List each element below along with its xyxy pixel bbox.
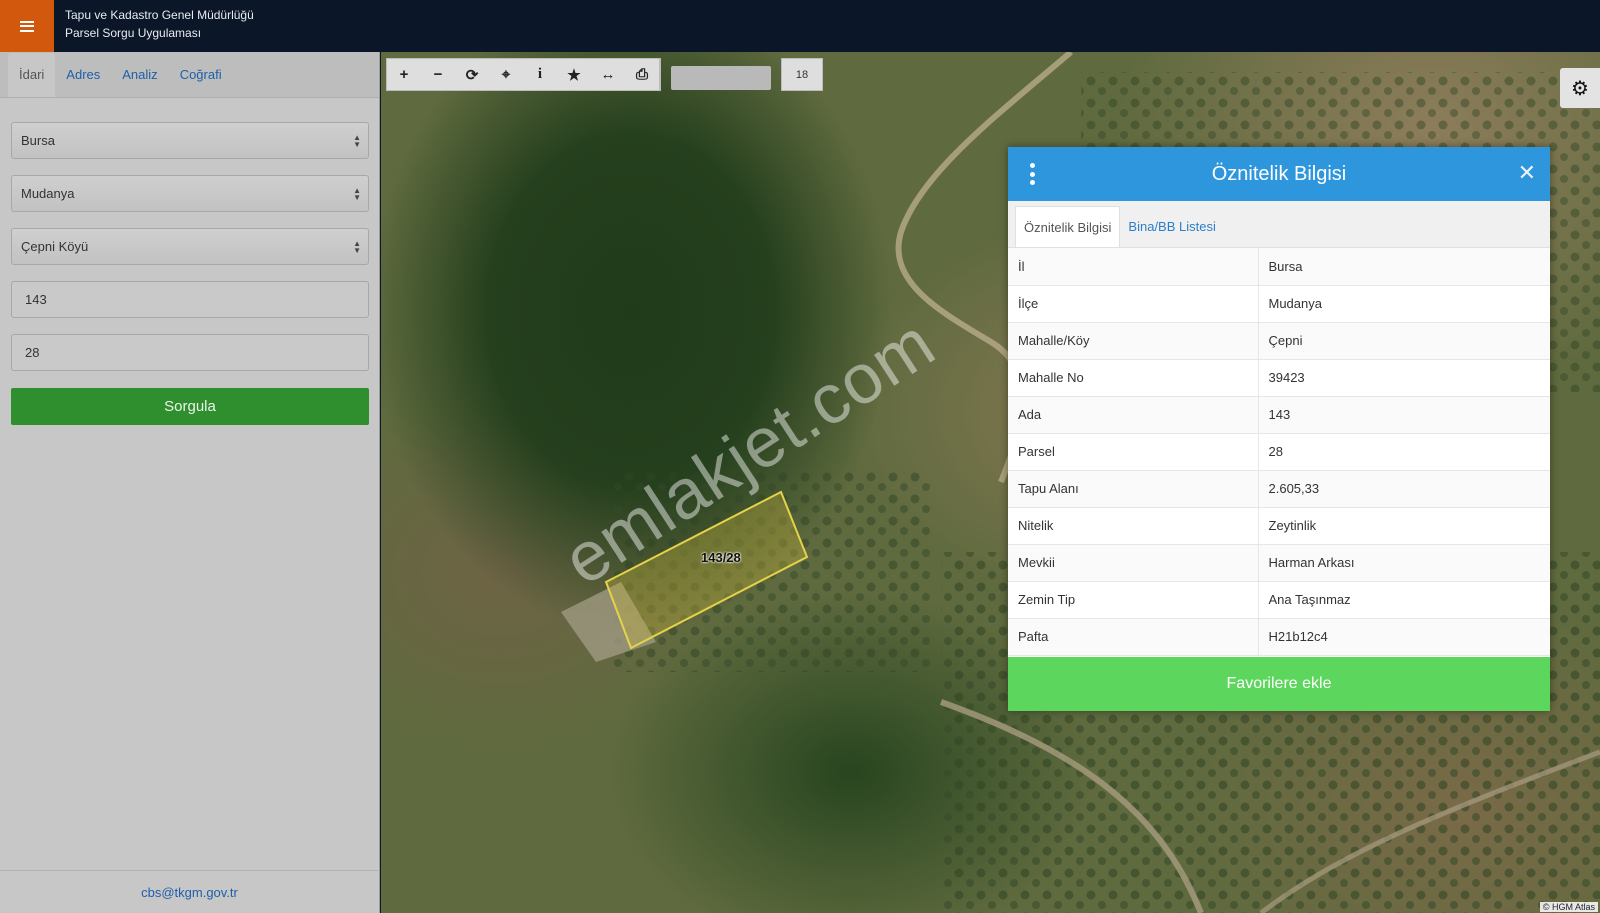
tab-building-list[interactable]: Bina/BB Listesi [1120, 206, 1223, 247]
menu-button[interactable] [0, 0, 54, 52]
attr-value: 2.605,33 [1258, 470, 1550, 508]
table-row: Mevkii Harman Arkası [1008, 544, 1550, 582]
attribute-popup: Öznitelik Bilgisi ✕ Öznitelik Bilgisi Bi… [1008, 147, 1550, 711]
app-title-org: Tapu ve Kadastro Genel Müdürlüğü [65, 8, 254, 22]
attr-value: Bursa [1258, 248, 1550, 286]
table-row: Parsel 28 [1008, 433, 1550, 471]
tab-attribute-info[interactable]: Öznitelik Bilgisi [1015, 206, 1121, 247]
attr-value: H21b12c4 [1258, 618, 1550, 656]
attr-value: 143 [1258, 396, 1550, 434]
attr-key: Pafta [1008, 618, 1259, 656]
app-title-app: Parsel Sorgu Uygulaması [65, 26, 202, 40]
tab-analiz[interactable]: Analiz [111, 53, 168, 97]
attr-key: İlçe [1008, 285, 1259, 323]
district-select-value: Mudanya [21, 186, 75, 201]
measure-icon[interactable]: ↔ [591, 59, 625, 90]
attr-value: Mudanya [1258, 285, 1550, 323]
tab-idari[interactable]: İdari [8, 53, 56, 97]
map-toolbar: + − ⟳ ⌖ i ★ ↔ ⎙ [386, 58, 661, 91]
attr-key: Mahalle No [1008, 359, 1259, 397]
popup-header: Öznitelik Bilgisi ✕ [1008, 147, 1550, 201]
table-row: İlçe Mudanya [1008, 285, 1550, 323]
select-caret-icon: ▲ ▼ [353, 239, 361, 255]
table-row: Nitelik Zeytinlik [1008, 507, 1550, 545]
settings-button[interactable]: ⚙ [1560, 68, 1600, 108]
toolbar-divider [659, 59, 660, 90]
contact-email-link[interactable]: cbs@tkgm.gov.tr [141, 885, 238, 900]
scale-bar [671, 66, 771, 90]
neighborhood-select[interactable]: Çepni Köyü ▲ ▼ [11, 228, 369, 265]
attr-key: Zemin Tip [1008, 581, 1259, 619]
table-row: İl Bursa [1008, 248, 1550, 286]
neighborhood-select-value: Çepni Köyü [21, 239, 89, 254]
attr-key: Nitelik [1008, 507, 1259, 545]
table-row: Tapu Alanı 2.605,33 [1008, 470, 1550, 508]
star-icon[interactable]: ★ [557, 59, 591, 90]
add-to-favorites-button[interactable]: Favorilere ekle [1008, 657, 1550, 711]
app-title: Tapu ve Kadastro Genel Müdürlüğü Parsel … [65, 6, 254, 42]
attr-value: Harman Arkası [1258, 544, 1550, 582]
popup-tabs: Öznitelik Bilgisi Bina/BB Listesi [1008, 201, 1550, 248]
app-header: Tapu ve Kadastro Genel Müdürlüğü Parsel … [0, 0, 1600, 52]
attr-key: Tapu Alanı [1008, 470, 1259, 508]
district-select[interactable]: Mudanya ▲ ▼ [11, 175, 369, 212]
print-icon[interactable]: ⎙ [625, 59, 659, 90]
table-row: Zemin Tip Ana Taşınmaz [1008, 581, 1550, 619]
query-button[interactable]: Sorgula [11, 388, 369, 425]
tab-cografi[interactable]: Coğrafi [169, 53, 233, 97]
attr-value: Ana Taşınmaz [1258, 581, 1550, 619]
zoom-level-indicator: 18 [781, 58, 823, 91]
info-icon[interactable]: i [523, 59, 557, 90]
province-select-value: Bursa [21, 133, 55, 148]
sidebar-tabs: İdari Adres Analiz Coğrafi [0, 52, 379, 98]
select-caret-icon: ▲ ▼ [353, 186, 361, 202]
zoom-in-icon[interactable]: + [387, 59, 421, 90]
zoom-out-icon[interactable]: − [421, 59, 455, 90]
block-input-value: 143 [25, 292, 47, 307]
hamburger-icon [20, 20, 34, 32]
select-caret-icon: ▲ ▼ [353, 133, 361, 149]
parcel-label: 143/28 [701, 550, 741, 565]
refresh-icon[interactable]: ⟳ [455, 59, 489, 90]
table-row: Mahalle No 39423 [1008, 359, 1550, 397]
gear-icon: ⚙ [1571, 77, 1589, 100]
attr-value: 28 [1258, 433, 1550, 471]
attr-key: İl [1008, 248, 1259, 286]
table-row: Mahalle/Köy Çepni [1008, 322, 1550, 360]
block-input[interactable]: 143 [11, 281, 369, 318]
sidebar-footer: cbs@tkgm.gov.tr [0, 870, 379, 913]
attr-key: Parsel [1008, 433, 1259, 471]
map-attribution: © HGM Atlas [1539, 902, 1598, 912]
table-row: Ada 143 [1008, 396, 1550, 434]
attr-value: Zeytinlik [1258, 507, 1550, 545]
attr-key: Ada [1008, 396, 1259, 434]
parcel-input[interactable]: 28 [11, 334, 369, 371]
table-row: Pafta H21b12c4 [1008, 618, 1550, 656]
attr-value: Çepni [1258, 322, 1550, 360]
popup-menu-icon[interactable] [1028, 163, 1036, 185]
close-icon[interactable]: ✕ [1518, 161, 1536, 185]
attr-value: 39423 [1258, 359, 1550, 397]
attr-key: Mevkii [1008, 544, 1259, 582]
tab-adres[interactable]: Adres [55, 53, 111, 97]
locate-icon[interactable]: ⌖ [489, 59, 523, 90]
attribute-table: İl Bursa İlçe Mudanya Mahalle/Köy Çepni Mah… [1008, 248, 1550, 656]
attr-key: Mahalle/Köy [1008, 322, 1259, 360]
province-select[interactable]: Bursa ▲ ▼ [11, 122, 369, 159]
popup-title: Öznitelik Bilgisi [1211, 162, 1347, 185]
parcel-input-value: 28 [25, 345, 40, 360]
query-sidebar: İdari Adres Analiz Coğrafi Bursa ▲ ▼ Muda… [0, 52, 380, 913]
